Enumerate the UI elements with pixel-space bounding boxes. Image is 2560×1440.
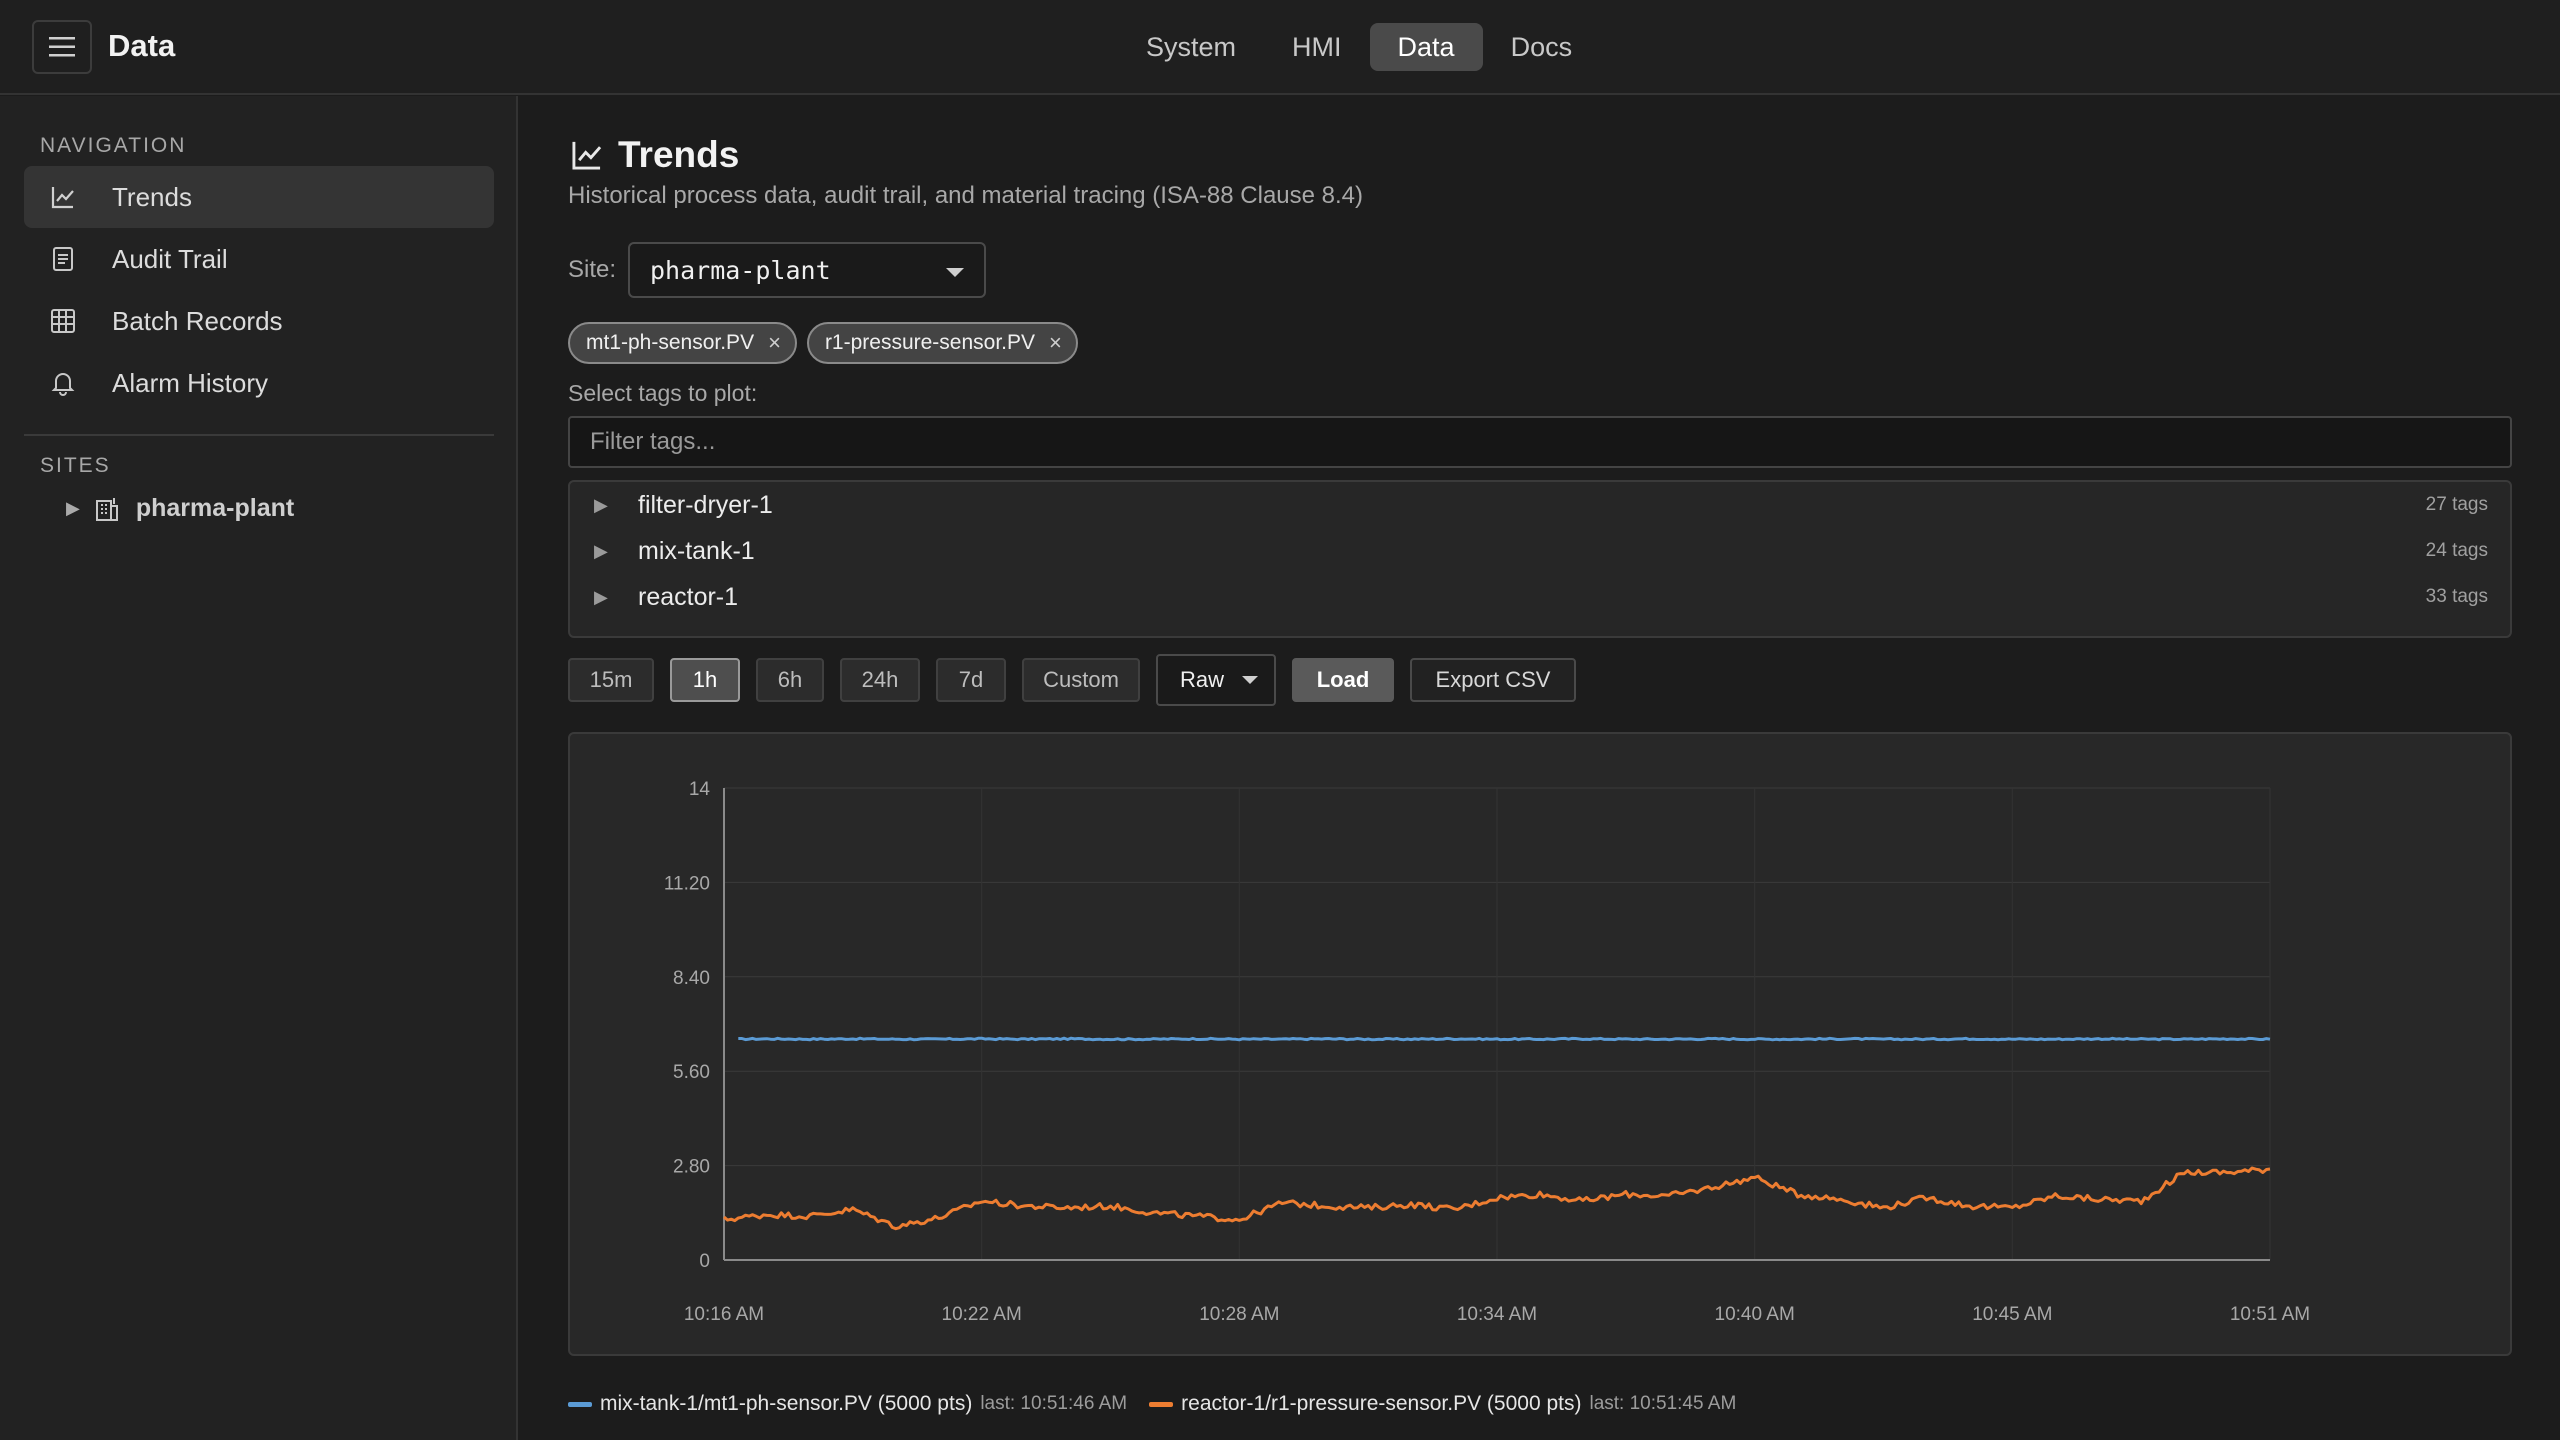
x-tick-label: 10:40 AM: [1715, 1304, 1795, 1325]
filter-tags-input[interactable]: [568, 416, 2512, 468]
app-title: Data: [108, 28, 176, 63]
range-7d-button[interactable]: 7d: [936, 658, 1006, 702]
range-15m-button[interactable]: 15m: [568, 658, 654, 702]
x-tick-label: 10:28 AM: [1199, 1304, 1279, 1325]
chart-line-icon: [48, 182, 78, 212]
series-line-ph-sensor: [738, 1036, 2271, 1042]
tag-chip-label: mt1-ph-sensor.PV: [586, 331, 755, 354]
site-label: pharma-plant: [135, 494, 295, 522]
page-title: Trends: [570, 134, 739, 176]
select-tags-label: Select tags to plot:: [568, 380, 758, 406]
legend-last-time: last: 10:51:45 AM: [1589, 1393, 1737, 1414]
tag-count: 33 tags: [2425, 586, 2488, 607]
export-csv-button[interactable]: Export CSV: [1410, 658, 1576, 702]
x-tick-label: 10:34 AM: [1457, 1304, 1537, 1325]
y-tick-label: 14: [689, 779, 711, 800]
selected-tags: mt1-ph-sensor.PV × r1-pressure-sensor.PV…: [568, 322, 1078, 364]
load-button[interactable]: Load: [1292, 658, 1394, 702]
table-icon: [48, 306, 78, 336]
sidebar-item-batch-records[interactable]: Batch Records: [24, 290, 494, 352]
sidebar-item-alarm-history[interactable]: Alarm History: [24, 352, 494, 414]
bell-icon: [48, 368, 78, 398]
sidebar-item-trends[interactable]: Trends: [24, 166, 494, 228]
site-tree-item[interactable]: ▶ pharma-plant: [66, 494, 294, 523]
legend-swatch: [568, 1401, 592, 1407]
top-nav: System HMI Data Docs: [1118, 23, 1600, 71]
tab-data[interactable]: Data: [1369, 23, 1483, 71]
legend-series-name: mix-tank-1/mt1-ph-sensor.PV (5000 pts): [600, 1392, 973, 1415]
tag-chip-label: r1-pressure-sensor.PV: [824, 331, 1036, 354]
tab-system[interactable]: System: [1118, 23, 1264, 71]
sidebar: NAVIGATION Trends Audit Trail Batch Reco…: [0, 96, 518, 1440]
x-tick-label: 10:45 AM: [1972, 1304, 2052, 1325]
sidebar-item-audit-trail[interactable]: Audit Trail: [24, 228, 494, 290]
document-icon: [48, 244, 78, 274]
hamburger-icon: [49, 37, 75, 57]
expand-caret-icon[interactable]: ▶: [594, 587, 608, 608]
range-custom-button[interactable]: Custom: [1022, 658, 1140, 702]
tag-chip: r1-pressure-sensor.PV ×: [806, 322, 1078, 364]
expand-caret-icon[interactable]: ▶: [66, 498, 80, 519]
legend-last-time: last: 10:51:46 AM: [980, 1393, 1128, 1414]
chevron-down-icon: [1242, 676, 1258, 684]
tag-tree: ▶ filter-dryer-1 27 tags ▶ mix-tank-1 24…: [568, 480, 2512, 638]
navigation-heading: NAVIGATION: [40, 134, 187, 157]
range-6h-button[interactable]: 6h: [756, 658, 824, 702]
menu-button[interactable]: [32, 20, 92, 74]
top-bar: Data System HMI Data Docs: [0, 0, 2560, 95]
mode-select[interactable]: Raw: [1156, 654, 1276, 706]
tab-docs[interactable]: Docs: [1483, 23, 1601, 71]
chart-legend: mix-tank-1/mt1-ph-sensor.PV (5000 pts) l…: [568, 1392, 1758, 1416]
trend-chart[interactable]: 0 2.80 5.60 8.40 11.20 14 10:16 AM 10:22 AM 10:2…: [570, 734, 2510, 1354]
tree-item-label: mix-tank-1: [638, 536, 755, 565]
sidebar-item-label: Trends: [112, 181, 192, 212]
chart-line-icon: [572, 141, 602, 170]
x-tick-label: 10:51 AM: [2230, 1304, 2310, 1325]
legend-swatch: [1149, 1401, 1174, 1407]
expand-caret-icon[interactable]: ▶: [594, 541, 608, 562]
tree-item-reactor-1[interactable]: ▶ reactor-1 33 tags: [570, 574, 2510, 620]
tag-chip: mt1-ph-sensor.PV ×: [568, 322, 797, 364]
sidebar-item-label: Alarm History: [112, 367, 269, 398]
site-select[interactable]: pharma-plant: [628, 242, 986, 298]
sites-heading: SITES: [40, 454, 111, 477]
tree-item-label: reactor-1: [638, 582, 739, 611]
site-select-value: pharma-plant: [650, 255, 831, 285]
site-select-label: Site:: [568, 256, 617, 283]
tab-hmi[interactable]: HMI: [1264, 23, 1370, 71]
sidebar-divider: [24, 434, 494, 436]
x-tick-label: 10:22 AM: [942, 1304, 1022, 1325]
main-content: Trends Historical process data, audit tr…: [520, 96, 2560, 1440]
close-icon[interactable]: ×: [1049, 330, 1062, 356]
page-subtitle: Historical process data, audit trail, an…: [568, 182, 1364, 209]
y-tick-label: 0: [699, 1251, 710, 1272]
range-24h-button[interactable]: 24h: [840, 658, 920, 702]
x-tick-label: 10:16 AM: [684, 1304, 764, 1325]
chevron-down-icon: [946, 268, 964, 277]
y-tick-label: 8.40: [673, 968, 710, 989]
close-icon[interactable]: ×: [768, 330, 781, 356]
building-icon: [95, 497, 118, 521]
y-tick-label: 11.20: [664, 873, 710, 894]
tag-count: 24 tags: [2425, 540, 2488, 561]
tree-item-filter-dryer-1[interactable]: ▶ filter-dryer-1 27 tags: [570, 482, 2510, 528]
tree-item-label: filter-dryer-1: [638, 490, 773, 519]
range-1h-button[interactable]: 1h: [670, 658, 740, 702]
sidebar-item-label: Batch Records: [112, 305, 283, 336]
legend-series-name: reactor-1/r1-pressure-sensor.PV (5000 pt…: [1181, 1392, 1582, 1415]
expand-caret-icon[interactable]: ▶: [594, 495, 608, 516]
y-tick-label: 5.60: [673, 1062, 710, 1083]
trend-chart-panel: 0 2.80 5.60 8.40 11.20 14 10:16 AM 10:22 AM 10:2…: [568, 732, 2512, 1356]
mode-select-value: Raw: [1180, 667, 1225, 692]
page-title-text: Trends: [618, 134, 740, 175]
tree-item-mix-tank-1[interactable]: ▶ mix-tank-1 24 tags: [570, 528, 2510, 574]
tag-count: 27 tags: [2425, 494, 2488, 515]
sidebar-item-label: Audit Trail: [112, 243, 228, 274]
y-tick-label: 2.80: [673, 1157, 710, 1178]
